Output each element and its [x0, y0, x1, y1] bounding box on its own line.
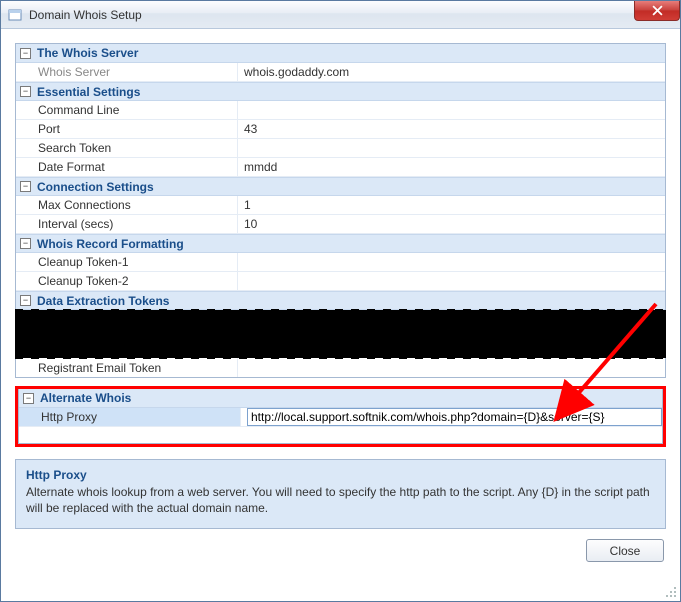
- value-whois-server[interactable]: whois.godaddy.com: [238, 63, 665, 81]
- group-title: Alternate Whois: [40, 391, 131, 405]
- row-empty: [19, 427, 662, 443]
- group-title: Essential Settings: [37, 85, 140, 99]
- collapse-icon[interactable]: −: [20, 295, 31, 306]
- description-text: Alternate whois lookup from a web server…: [26, 484, 655, 516]
- close-icon: [652, 5, 663, 16]
- group-header-extraction[interactable]: − Data Extraction Tokens: [16, 291, 665, 310]
- property-grid: − The Whois Server Whois Server whois.go…: [15, 43, 666, 378]
- group-header-connection[interactable]: − Connection Settings: [16, 177, 665, 196]
- http-proxy-input[interactable]: [247, 408, 662, 426]
- value-search-token[interactable]: [238, 139, 665, 157]
- row-max-connections[interactable]: Max Connections 1: [16, 196, 665, 215]
- label-port: Port: [16, 120, 238, 138]
- label-cleanup2: Cleanup Token-2: [16, 272, 238, 290]
- group-title: The Whois Server: [37, 46, 138, 60]
- value-interval[interactable]: 10: [238, 215, 665, 233]
- collapse-icon[interactable]: −: [20, 48, 31, 59]
- row-whois-server[interactable]: Whois Server whois.godaddy.com: [16, 63, 665, 82]
- value-port[interactable]: 43: [238, 120, 665, 138]
- label-command-line: Command Line: [16, 101, 238, 119]
- label-max-connections: Max Connections: [16, 196, 238, 214]
- row-command-line[interactable]: Command Line: [16, 101, 665, 120]
- row-interval[interactable]: Interval (secs) 10: [16, 215, 665, 234]
- row-cleanup2[interactable]: Cleanup Token-2: [16, 272, 665, 291]
- collapse-icon[interactable]: −: [20, 86, 31, 97]
- value-cleanup1[interactable]: [238, 253, 665, 271]
- row-cleanup1[interactable]: Cleanup Token-1: [16, 253, 665, 272]
- app-icon: [7, 7, 23, 23]
- group-title: Connection Settings: [37, 180, 154, 194]
- row-port[interactable]: Port 43: [16, 120, 665, 139]
- dialog-window: Domain Whois Setup − The Whois Server Wh…: [0, 0, 681, 602]
- titlebar[interactable]: Domain Whois Setup: [1, 1, 680, 29]
- collapse-icon[interactable]: −: [20, 181, 31, 192]
- torn-section-indicator: [15, 310, 666, 358]
- collapse-icon[interactable]: −: [23, 393, 34, 404]
- value-cleanup2[interactable]: [238, 272, 665, 290]
- label-whois-server: Whois Server: [16, 63, 238, 81]
- window-title: Domain Whois Setup: [29, 8, 142, 22]
- row-http-proxy[interactable]: Http Proxy: [19, 408, 662, 427]
- description-title: Http Proxy: [26, 468, 655, 482]
- row-search-token[interactable]: Search Token: [16, 139, 665, 158]
- row-registrant-email[interactable]: Registrant Email Token: [16, 358, 665, 377]
- group-header-formatting[interactable]: − Whois Record Formatting: [16, 234, 665, 253]
- label-registrant-email: Registrant Email Token: [16, 358, 238, 377]
- resize-grip-icon[interactable]: [665, 586, 677, 598]
- dialog-button-row: Close: [15, 535, 666, 562]
- group-header-whois-server[interactable]: − The Whois Server: [16, 44, 665, 63]
- dialog-content: − The Whois Server Whois Server whois.go…: [1, 29, 680, 601]
- group-title: Whois Record Formatting: [37, 237, 184, 251]
- group-title: Data Extraction Tokens: [37, 294, 169, 308]
- property-grid-alternate: − Alternate Whois Http Proxy: [18, 389, 663, 444]
- description-panel: Http Proxy Alternate whois lookup from a…: [15, 459, 666, 529]
- label-cleanup1: Cleanup Token-1: [16, 253, 238, 271]
- label-interval: Interval (secs): [16, 215, 238, 233]
- highlight-annotation: − Alternate Whois Http Proxy: [15, 386, 666, 447]
- value-max-connections[interactable]: 1: [238, 196, 665, 214]
- group-header-alternate[interactable]: − Alternate Whois: [19, 389, 662, 408]
- label-date-format: Date Format: [16, 158, 238, 176]
- value-command-line[interactable]: [238, 101, 665, 119]
- window-close-button[interactable]: [634, 1, 680, 21]
- label-http-proxy: Http Proxy: [19, 408, 241, 426]
- value-http-proxy[interactable]: [241, 408, 662, 426]
- close-button[interactable]: Close: [586, 539, 664, 562]
- collapse-icon[interactable]: −: [20, 238, 31, 249]
- label-search-token: Search Token: [16, 139, 238, 157]
- value-registrant-email[interactable]: [238, 358, 665, 377]
- group-header-essential[interactable]: − Essential Settings: [16, 82, 665, 101]
- row-date-format[interactable]: Date Format mmdd: [16, 158, 665, 177]
- value-date-format[interactable]: mmdd: [238, 158, 665, 176]
